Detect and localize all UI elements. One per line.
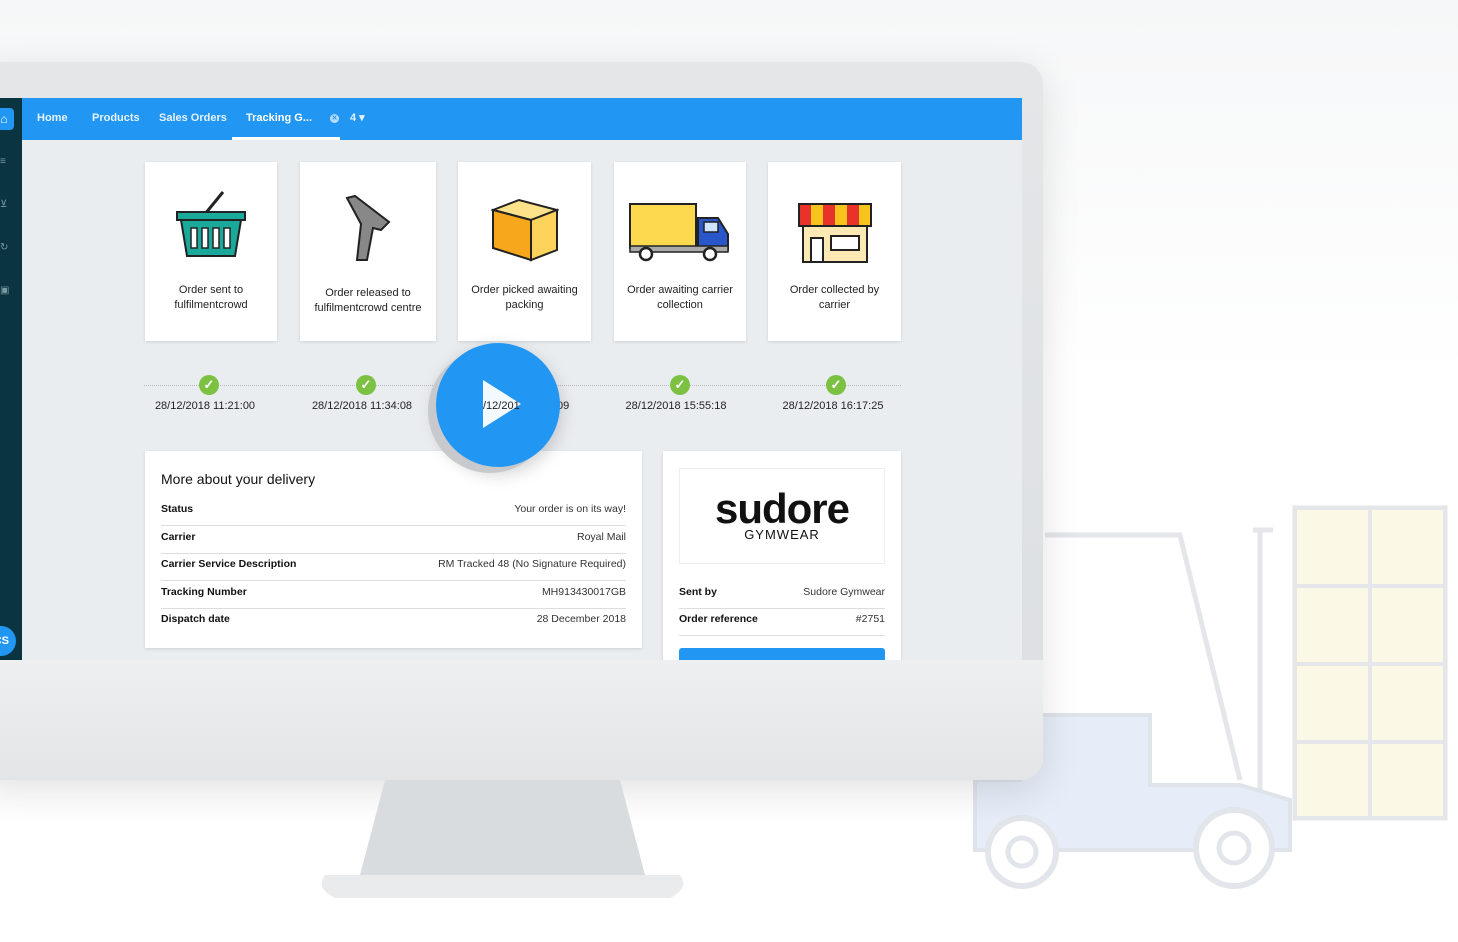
stage-label: Order awaiting carrier collection	[627, 284, 733, 311]
detail-key: Carrier	[161, 531, 196, 543]
scanner-icon	[345, 194, 391, 261]
cart-icon[interactable]: ⊻	[0, 200, 8, 210]
monitor-stand	[321, 780, 684, 898]
detail-row: Carrier Service Description RM Tracked 48…	[161, 554, 626, 581]
tab-label: Tracking G...	[246, 112, 313, 124]
refresh-icon[interactable]: ↻	[0, 243, 8, 253]
logo-text: sudore	[714, 485, 850, 532]
detail-value: RM Tracked 48 (No Signature Required)	[438, 558, 626, 570]
detail-row: Dispatch date 28 December 2018	[161, 609, 626, 636]
panel-title: More about your delivery	[161, 471, 316, 487]
stage-time: 28/12/2018 15:55:18	[625, 400, 727, 412]
check-icon: ✓	[670, 375, 690, 395]
chat-button[interactable]: CS	[0, 626, 16, 656]
box-icon	[490, 198, 559, 262]
detail-row: Carrier Royal Mail	[161, 527, 626, 554]
detail-value[interactable]: MH913430017GB	[542, 582, 626, 602]
detail-value: 28 December 2018	[536, 613, 626, 625]
forklift-illustration	[973, 505, 1448, 889]
stage-time: 28/12/2018 11:34:08	[311, 400, 413, 412]
action-button[interactable]	[679, 648, 885, 660]
logo-subtext: GYMWEAR	[744, 527, 820, 542]
stage-label: Order sent to fulfilmentcrowd	[174, 284, 248, 311]
detail-row: Order reference #2751	[679, 609, 885, 636]
tab-products[interactable]: Products	[92, 98, 140, 140]
check-icon: ✓	[356, 375, 376, 395]
stage-label: Order released to fulfilmentcrowd centre	[314, 287, 422, 314]
close-icon[interactable]: ✕	[330, 114, 340, 123]
detail-row: Sent by Sudore Gymwear	[679, 582, 885, 609]
sender-logo: sudore GYMWEAR	[679, 468, 885, 564]
truck-icon	[629, 203, 729, 262]
detail-value: Sudore Gymwear	[803, 586, 885, 598]
check-icon: ✓	[199, 375, 219, 395]
detail-key: Carrier Service Description	[161, 558, 297, 570]
stage-card-released: Order released to fulfilmentcrowd centre	[300, 162, 436, 341]
stage-card-collected: Order collected by carrier	[768, 162, 901, 341]
monitor-chin	[0, 660, 1043, 780]
app-screen: ⌂ ≡ ⊻ ↻ ▣ CS Home Products Sales Orders …	[0, 98, 1022, 660]
stage-card-sent: Order sent to fulfilmentcrowd	[145, 162, 277, 341]
home-button[interactable]: ⌂	[0, 108, 14, 130]
check-icon: ✓	[826, 375, 846, 395]
more-tabs-dropdown[interactable]: 4 ▾	[350, 98, 365, 140]
tab-home[interactable]: Home	[37, 98, 68, 140]
sender-panel: sudore GYMWEAR Sent by Sudore Gymwear Ord…	[663, 451, 901, 660]
top-nav: Home Products Sales Orders Tracking G...…	[22, 98, 1022, 140]
box-icon[interactable]: ▣	[0, 286, 9, 296]
menu-icon[interactable]: ≡	[0, 157, 8, 167]
detail-row: Status Your order is on its way!	[161, 499, 626, 526]
detail-key: Dispatch date	[161, 613, 230, 625]
delivery-panel: More about your delivery Status Your orde…	[145, 451, 642, 648]
detail-value: Royal Mail	[576, 531, 626, 543]
detail-key: Status	[161, 503, 194, 515]
stage-card-awaiting: Order awaiting carrier collection	[614, 162, 746, 341]
tab-sales-orders[interactable]: Sales Orders	[159, 98, 227, 140]
detail-row: Tracking Number MH913430017GB	[161, 582, 626, 609]
detail-value: Your order is on its way!	[514, 503, 626, 515]
stage-label: Order picked awaiting packing	[471, 284, 578, 311]
stage-time: 28/12/2018 11:21:00	[154, 400, 256, 412]
stage-time-fragment: /12/201	[483, 400, 520, 412]
sidebar: ⌂ ≡ ⊻ ↻ ▣ CS	[0, 98, 22, 660]
stage-card-picked: Order picked awaiting packing	[458, 162, 591, 341]
detail-key: Sent by	[679, 586, 717, 598]
basket-icon	[176, 191, 246, 257]
detail-value: #2751	[855, 613, 885, 625]
stage-label: Order collected by carrier	[789, 284, 880, 311]
stage-time: 28/12/2018 16:17:25	[782, 400, 884, 412]
store-icon	[797, 203, 872, 263]
detail-key: Tracking Number	[161, 586, 247, 598]
detail-key: Order reference	[679, 613, 758, 625]
tab-tracking[interactable]: Tracking G... ✕	[232, 98, 340, 140]
